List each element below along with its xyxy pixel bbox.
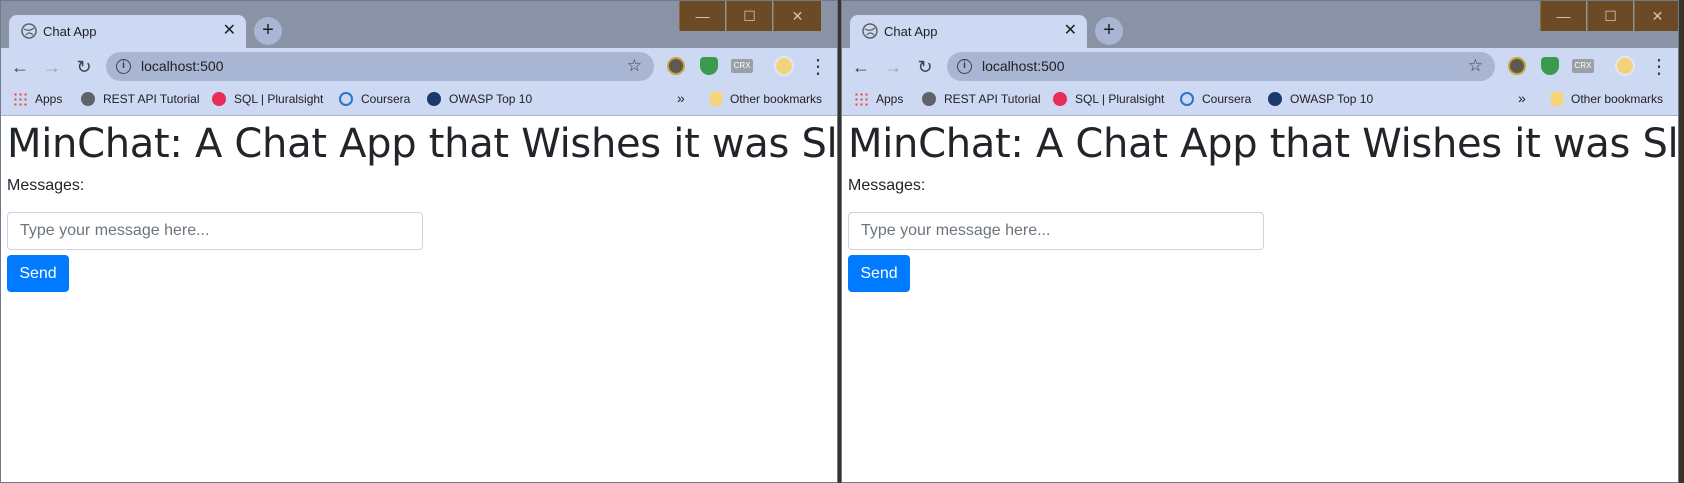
bookmark-star-icon[interactable]: ☆ <box>1468 56 1483 76</box>
browser-window-right: Chat App ✕ + — ☐ ✕ ← → ↻ i localhost:500… <box>841 0 1679 483</box>
other-bookmarks[interactable]: Other bookmarks <box>1551 92 1663 106</box>
title-bar[interactable]: Chat App ✕ + — ☐ ✕ <box>842 1 1678 48</box>
back-button[interactable]: ← <box>850 56 872 78</box>
page-content: MinChat: A Chat App that Wishes it was S… <box>1 117 837 482</box>
owasp-icon <box>1268 92 1282 106</box>
bookmarks-bar: Apps REST API Tutorial SQL | Pluralsight… <box>1 85 837 116</box>
extension-shield-icon[interactable] <box>667 57 685 75</box>
forward-button[interactable]: → <box>41 56 63 78</box>
bookmark-sql-pluralsight[interactable]: SQL | Pluralsight <box>1053 92 1164 106</box>
bookmark-rest-api-tutorial[interactable]: REST API Tutorial <box>922 92 1041 106</box>
desktop: Chat App ✕ + — ☐ ✕ ← → ↻ i localhost:500… <box>0 0 1684 483</box>
url-text[interactable]: localhost:500 <box>141 58 224 74</box>
bookmark-coursera[interactable]: Coursera <box>339 92 410 106</box>
forward-button[interactable]: → <box>882 56 904 78</box>
bookmark-rest-api-tutorial[interactable]: REST API Tutorial <box>81 92 200 106</box>
menu-icon[interactable]: ⋮ <box>1648 56 1670 78</box>
address-bar[interactable]: i localhost:500 ☆ <box>106 52 654 81</box>
site-info-icon[interactable]: i <box>116 59 131 74</box>
profile-avatar-icon[interactable] <box>774 56 794 76</box>
bookmark-star-icon[interactable]: ☆ <box>627 56 642 76</box>
crx-extension-icon[interactable]: CRX <box>731 59 753 73</box>
bookmark-apps[interactable]: Apps <box>854 92 903 106</box>
message-input[interactable] <box>848 212 1264 250</box>
tab-chat-app[interactable]: Chat App ✕ <box>850 15 1087 48</box>
bookmark-sql-pluralsight[interactable]: SQL | Pluralsight <box>212 92 323 106</box>
maximize-button[interactable]: ☐ <box>1587 1 1633 31</box>
tab-title: Chat App <box>884 24 938 39</box>
minimize-button[interactable]: — <box>1540 1 1586 31</box>
browser-toolbar: ← → ↻ i localhost:500 ☆ CRX ⋮ <box>1 48 837 85</box>
extension-shield-icon[interactable] <box>1508 57 1526 75</box>
url-text[interactable]: localhost:500 <box>982 58 1065 74</box>
menu-icon[interactable]: ⋮ <box>807 56 829 78</box>
bookmark-owasp-top-10[interactable]: OWASP Top 10 <box>427 92 532 106</box>
profile-avatar-icon[interactable] <box>1615 56 1635 76</box>
bookmark-apps[interactable]: Apps <box>13 92 62 106</box>
back-button[interactable]: ← <box>9 56 31 78</box>
pluralsight-icon <box>212 92 226 106</box>
bookmarks-bar: Apps REST API Tutorial SQL | Pluralsight… <box>842 85 1678 116</box>
globe-icon <box>862 23 878 39</box>
bookmarks-overflow-icon[interactable]: » <box>677 90 685 106</box>
title-bar[interactable]: Chat App ✕ + — ☐ ✕ <box>1 1 837 48</box>
messages-label: Messages: <box>848 177 926 194</box>
send-button[interactable]: Send <box>848 255 910 292</box>
owasp-icon <box>427 92 441 106</box>
globe-icon <box>922 92 936 106</box>
bookmark-coursera[interactable]: Coursera <box>1180 92 1251 106</box>
bookmark-owasp-top-10[interactable]: OWASP Top 10 <box>1268 92 1373 106</box>
coursera-icon <box>1180 92 1194 106</box>
reload-button[interactable]: ↻ <box>73 56 95 78</box>
extension-check-icon[interactable] <box>1541 57 1559 75</box>
coursera-icon <box>339 92 353 106</box>
page-title: MinChat: A Chat App that Wishes it was S… <box>7 121 838 167</box>
folder-icon <box>1551 92 1563 106</box>
new-tab-button[interactable]: + <box>254 17 282 45</box>
globe-icon <box>81 92 95 106</box>
browser-toolbar: ← → ↻ i localhost:500 ☆ CRX ⋮ <box>842 48 1678 85</box>
folder-icon <box>710 92 722 106</box>
address-bar[interactable]: i localhost:500 ☆ <box>947 52 1495 81</box>
bookmarks-overflow-icon[interactable]: » <box>1518 90 1526 106</box>
apps-grid-icon <box>854 92 868 106</box>
new-tab-button[interactable]: + <box>1095 17 1123 45</box>
extension-check-icon[interactable] <box>700 57 718 75</box>
minimize-button[interactable]: — <box>679 1 725 31</box>
tab-close-icon[interactable]: ✕ <box>223 21 236 41</box>
page-title: MinChat: A Chat App that Wishes it was S… <box>848 121 1679 167</box>
crx-extension-icon[interactable]: CRX <box>1572 59 1594 73</box>
close-window-button[interactable]: ✕ <box>773 1 821 31</box>
tab-close-icon[interactable]: ✕ <box>1064 21 1077 41</box>
globe-icon <box>21 23 37 39</box>
send-button[interactable]: Send <box>7 255 69 292</box>
pluralsight-icon <box>1053 92 1067 106</box>
tab-chat-app[interactable]: Chat App ✕ <box>9 15 246 48</box>
browser-window-left: Chat App ✕ + — ☐ ✕ ← → ↻ i localhost:500… <box>0 0 838 483</box>
apps-grid-icon <box>13 92 27 106</box>
close-window-button[interactable]: ✕ <box>1634 1 1678 31</box>
tab-title: Chat App <box>43 24 97 39</box>
reload-button[interactable]: ↻ <box>914 56 936 78</box>
messages-label: Messages: <box>7 177 85 194</box>
maximize-button[interactable]: ☐ <box>726 1 772 31</box>
other-bookmarks[interactable]: Other bookmarks <box>710 92 822 106</box>
page-content: MinChat: A Chat App that Wishes it was S… <box>842 117 1678 482</box>
message-input[interactable] <box>7 212 423 250</box>
site-info-icon[interactable]: i <box>957 59 972 74</box>
